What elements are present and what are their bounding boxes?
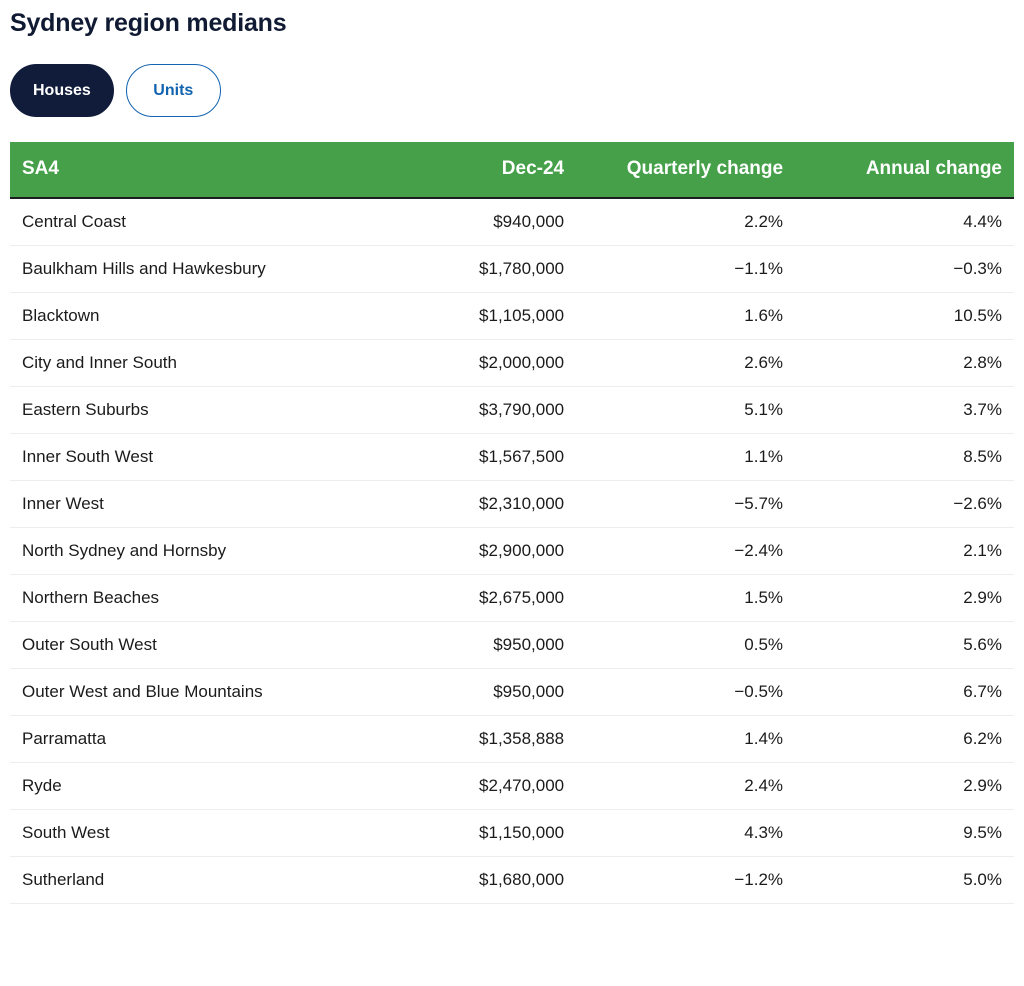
- cell-quarterly-change: 1.1%: [576, 433, 796, 481]
- cell-annual-change: 8.5%: [795, 433, 1014, 481]
- cell-median: $1,150,000: [361, 809, 577, 857]
- cell-quarterly-change: 2.4%: [576, 762, 796, 810]
- cell-quarterly-change: −2.4%: [576, 527, 796, 575]
- table-row: Ryde $2,470,000 2.4% 2.9%: [10, 762, 1014, 810]
- column-header-annual-change[interactable]: Annual change: [795, 142, 1014, 199]
- cell-sa4: Northern Beaches: [10, 574, 362, 622]
- cell-median: $1,780,000: [361, 245, 577, 293]
- column-header-quarterly-change[interactable]: Quarterly change: [576, 142, 796, 199]
- cell-sa4: Blacktown: [10, 292, 362, 340]
- table-row: Baulkham Hills and Hawkesbury $1,780,000−…: [10, 245, 1014, 293]
- property-type-toggle-group: Houses Units: [10, 64, 1014, 117]
- table-row: Blacktown $1,105,000 1.6% 10.5%: [10, 292, 1014, 340]
- cell-annual-change: 2.8%: [795, 339, 1014, 387]
- cell-annual-change: 5.6%: [795, 621, 1014, 669]
- cell-annual-change: 2.9%: [795, 762, 1014, 810]
- page-title: Sydney region medians: [10, 9, 287, 37]
- cell-median: $940,000: [361, 198, 577, 246]
- cell-annual-change: 6.2%: [795, 715, 1014, 763]
- toggle-houses-button[interactable]: Houses: [10, 64, 114, 117]
- cell-median: $1,680,000: [361, 856, 577, 904]
- cell-sa4: Outer South West: [10, 621, 362, 669]
- cell-sa4: Outer West and Blue Mountains: [10, 668, 362, 716]
- cell-median: $3,790,000: [361, 386, 577, 434]
- cell-quarterly-change: −1.2%: [576, 856, 796, 904]
- cell-annual-change: −2.6%: [795, 480, 1014, 528]
- table-row: City and Inner South $2,000,000 2.6% 2.8%: [10, 339, 1014, 387]
- cell-quarterly-change: −5.7%: [576, 480, 796, 528]
- table-row: Sutherland $1,680,000 −1.2% 5.0%: [10, 856, 1014, 904]
- cell-median: $950,000: [361, 621, 577, 669]
- table-header-row: SA4 Dec-24 Quarterly change Annual chang…: [10, 142, 1014, 199]
- cell-quarterly-change: 1.6%: [576, 292, 796, 340]
- column-header-sa4[interactable]: SA4: [10, 142, 362, 199]
- cell-sa4: City and Inner South: [10, 339, 362, 387]
- cell-annual-change: 9.5%: [795, 809, 1014, 857]
- cell-sa4: South West: [10, 809, 362, 857]
- table-row: Outer West and Blue Mountains $950,000 −0.…: [10, 668, 1014, 716]
- table-row: Central Coast $940,000 2.2% 4.4%: [10, 198, 1014, 246]
- table-header: SA4 Dec-24 Quarterly change Annual chang…: [10, 142, 1014, 199]
- cell-median: $2,000,000: [361, 339, 577, 387]
- table-row: Inner South West $1,567,500 1.1% 8.5%: [10, 433, 1014, 481]
- cell-quarterly-change: 0.5%: [576, 621, 796, 669]
- table-row: Parramatta $1,358,888 1.4% 6.2%: [10, 715, 1014, 763]
- cell-sa4: Eastern Suburbs: [10, 386, 362, 434]
- cell-quarterly-change: 2.6%: [576, 339, 796, 387]
- cell-quarterly-change: −1.1%: [576, 245, 796, 293]
- cell-median: $1,358,888: [361, 715, 577, 763]
- cell-quarterly-change: 1.4%: [576, 715, 796, 763]
- cell-sa4: Inner West: [10, 480, 362, 528]
- table-row: Northern Beaches $2,675,000 1.5% 2.9%: [10, 574, 1014, 622]
- cell-sa4: Central Coast: [10, 198, 362, 246]
- page-root: Sydney region medians Houses Units SA4 D…: [0, 0, 1024, 986]
- cell-annual-change: 2.1%: [795, 527, 1014, 575]
- table-row: North Sydney and Hornsby $2,900,000 −2.4% 2…: [10, 527, 1014, 575]
- cell-annual-change: 3.7%: [795, 386, 1014, 434]
- cell-quarterly-change: 4.3%: [576, 809, 796, 857]
- cell-median: $2,675,000: [361, 574, 577, 622]
- toggle-units-button[interactable]: Units: [125, 64, 221, 117]
- table-body: Central Coast $940,000 2.2% 4.4% Baulkham Hi…: [10, 198, 1014, 904]
- cell-annual-change: 6.7%: [795, 668, 1014, 716]
- cell-quarterly-change: 5.1%: [576, 386, 796, 434]
- cell-sa4: Inner South West: [10, 433, 362, 481]
- cell-sa4: Ryde: [10, 762, 362, 810]
- cell-quarterly-change: 1.5%: [576, 574, 796, 622]
- table-row: Outer South West $950,000 0.5% 5.6%: [10, 621, 1014, 669]
- cell-median: $1,567,500: [361, 433, 577, 481]
- medians-table: SA4 Dec-24 Quarterly change Annual chang…: [10, 142, 1014, 904]
- cell-annual-change: 10.5%: [795, 292, 1014, 340]
- cell-median: $950,000: [361, 668, 577, 716]
- medians-table-wrapper: SA4 Dec-24 Quarterly change Annual chang…: [10, 142, 1014, 904]
- cell-median: $2,310,000: [361, 480, 577, 528]
- column-header-median[interactable]: Dec-24: [361, 142, 577, 199]
- table-row: South West $1,150,000 4.3% 9.5%: [10, 809, 1014, 857]
- cell-quarterly-change: −0.5%: [576, 668, 796, 716]
- cell-quarterly-change: 2.2%: [576, 198, 796, 246]
- cell-annual-change: 4.4%: [795, 198, 1014, 246]
- cell-annual-change: 2.9%: [795, 574, 1014, 622]
- cell-annual-change: −0.3%: [795, 245, 1014, 293]
- table-row: Inner West $2,310,000 −5.7% −2.6%: [10, 480, 1014, 528]
- table-row: Eastern Suburbs $3,790,000 5.1% 3.7%: [10, 386, 1014, 434]
- cell-sa4: Sutherland: [10, 856, 362, 904]
- cell-median: $2,900,000: [361, 527, 577, 575]
- cell-sa4: North Sydney and Hornsby: [10, 527, 362, 575]
- cell-median: $1,105,000: [361, 292, 577, 340]
- cell-median: $2,470,000: [361, 762, 577, 810]
- cell-annual-change: 5.0%: [795, 856, 1014, 904]
- cell-sa4: Parramatta: [10, 715, 362, 763]
- cell-sa4: Baulkham Hills and Hawkesbury: [10, 245, 362, 293]
